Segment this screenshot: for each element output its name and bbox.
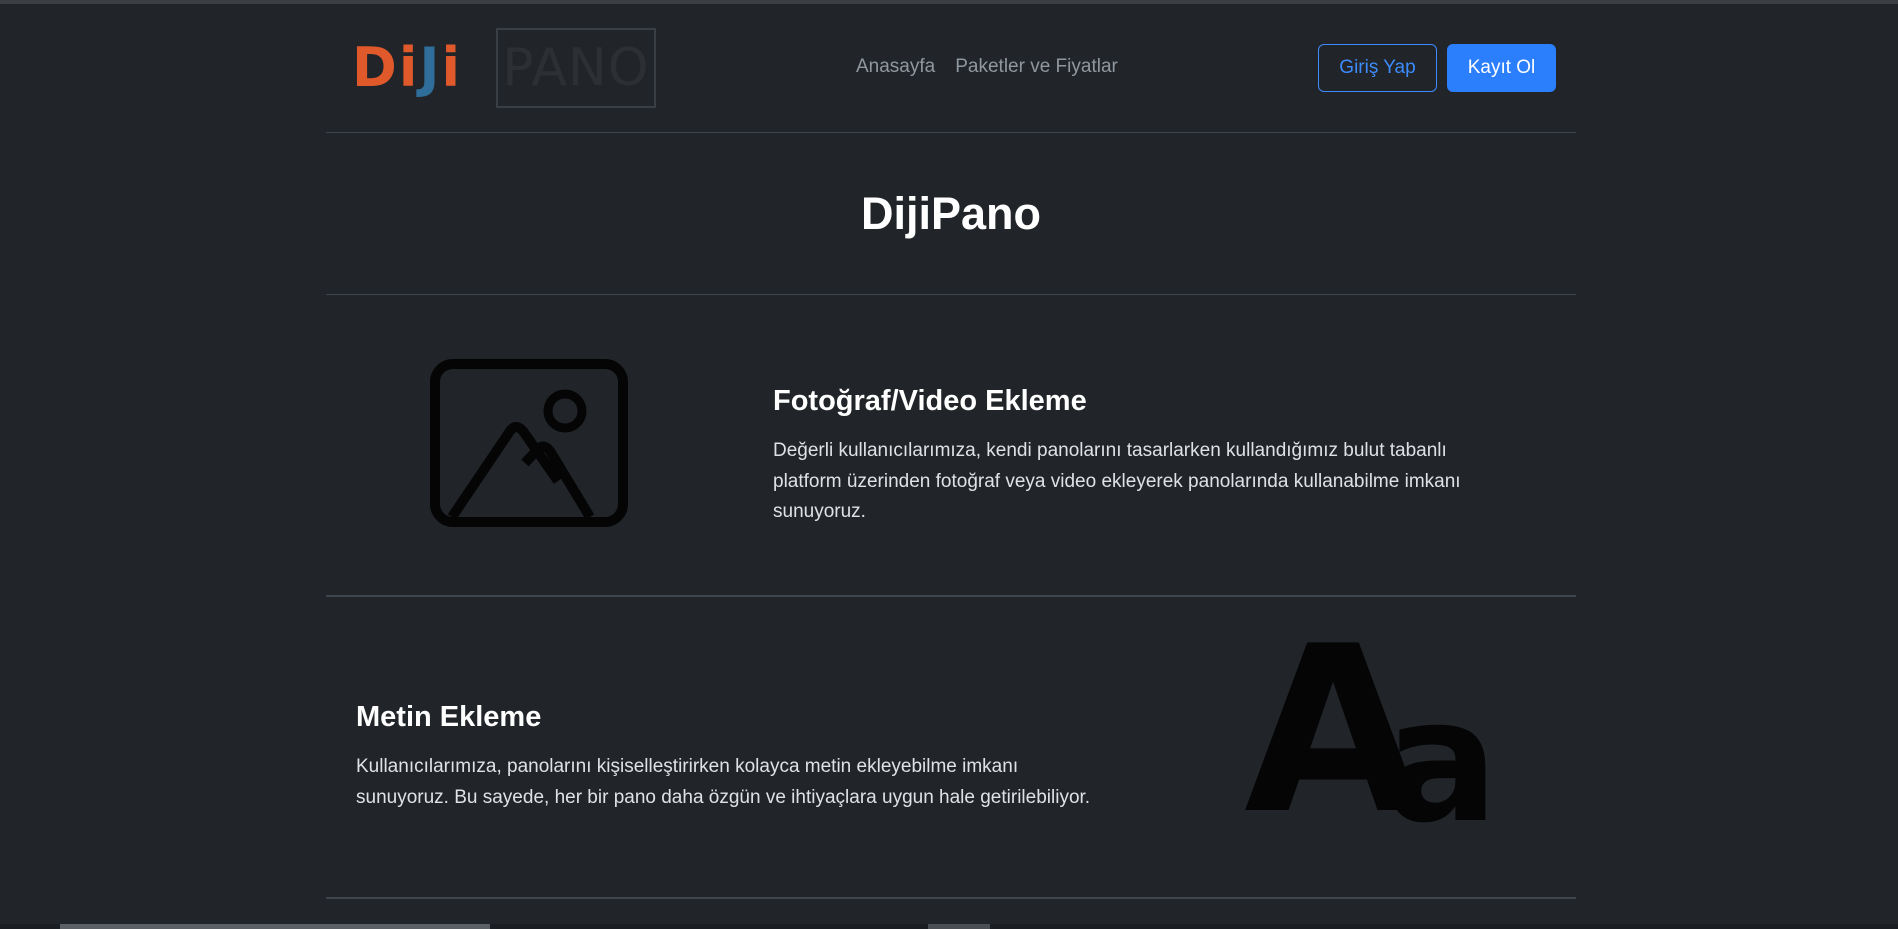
auth-buttons: Giriş Yap Kayıt Ol — [1318, 44, 1556, 92]
feature-description: Değerli kullanıcılarımıza, kendi panolar… — [773, 436, 1518, 528]
feature-text-body: Metin Ekleme Kullanıcılarımıza, panoları… — [356, 701, 1146, 813]
logo-pano-text: PANO — [502, 38, 650, 98]
feature-line: Kullanıcılarımıza, panolarını kişiselleş… — [356, 756, 1019, 777]
nav-link-home[interactable]: Anasayfa — [856, 56, 935, 78]
nav-link-pricing[interactable]: Paketler ve Fiyatlar — [955, 56, 1118, 78]
signup-button[interactable]: Kayıt Ol — [1447, 44, 1556, 92]
logo-diji-text: DiJi — [352, 36, 462, 99]
feature-photo-video: Fotoğraf/Video Ekleme Değerli kullanıcıl… — [326, 295, 1576, 597]
feature-line: sunuyoruz. — [773, 501, 866, 522]
feature-description: Kullanıcılarımıza, panolarını kişiselleş… — [356, 752, 1146, 813]
image-icon — [430, 359, 628, 532]
login-button[interactable]: Giriş Yap — [1318, 44, 1437, 92]
feature-title: Fotoğraf/Video Ekleme — [773, 385, 1087, 417]
feature-text: Metin Ekleme Kullanıcılarımıza, panoları… — [326, 597, 1576, 899]
feature-line: Değerli kullanıcılarımıza, kendi panolar… — [773, 440, 1447, 461]
logo-pano-box: PANO — [496, 28, 656, 108]
site-logo[interactable]: DiJi PANO — [352, 28, 656, 108]
feature-line: platform üzerinden fotoğraf veya video e… — [773, 470, 1461, 492]
site-header: DiJi PANO Anasayfa Paketler ve Fiyatlar … — [326, 4, 1576, 133]
feature-photo-video-body: Fotoğraf/Video Ekleme Değerli kullanıcıl… — [773, 385, 1518, 528]
text-aa-icon: A a — [1244, 617, 1514, 861]
main-nav: Anasayfa Paketler ve Fiyatlar — [856, 56, 1118, 78]
page-title: DijiPano — [860, 187, 1042, 239]
page-container: DiJi PANO Anasayfa Paketler ve Fiyatlar … — [326, 4, 1576, 899]
scroll-indicator — [928, 924, 990, 929]
feature-line: sunuyoruz. Bu sayede, her bir pano daha … — [356, 786, 1091, 808]
hero-section: DijiPano — [326, 133, 1576, 295]
feature-title: Metin Ekleme — [356, 701, 542, 733]
text-aa-icon-small: a — [1384, 663, 1499, 861]
horizontal-scrollbar-thumb[interactable] — [60, 924, 490, 929]
